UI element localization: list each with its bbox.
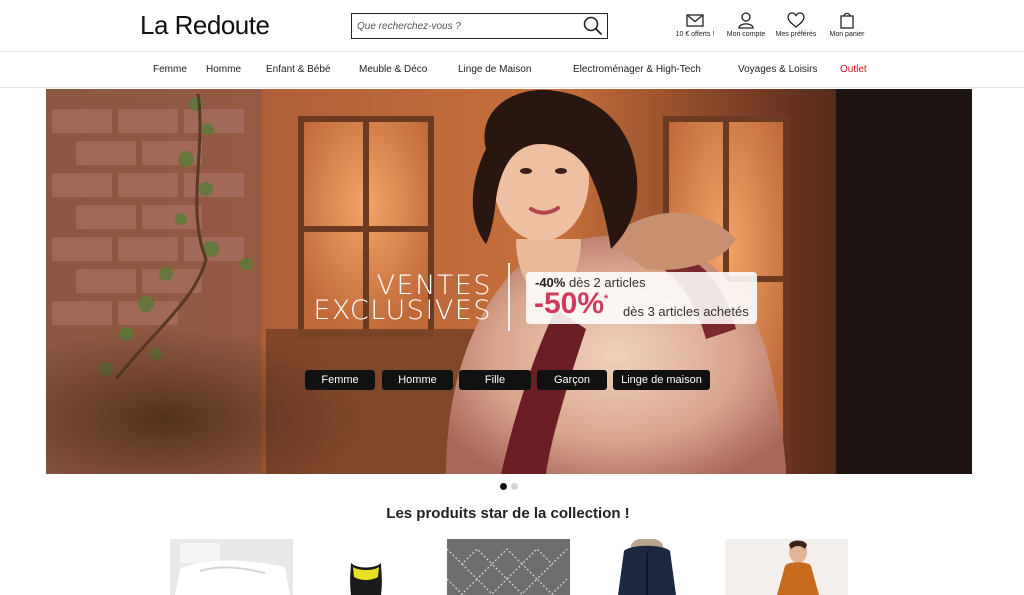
nav-item-enfant-bebe[interactable]: Enfant & Bébé: [266, 64, 331, 75]
promo-title-line2: EXCLUSIVES: [313, 295, 492, 326]
carousel-dot-1[interactable]: [500, 483, 507, 490]
offer-2-value: -50%: [534, 287, 605, 320]
promo-divider: [508, 263, 510, 331]
product-card-coat[interactable]: [586, 539, 709, 595]
nav-item-outlet[interactable]: Outlet: [840, 64, 867, 75]
nav-item-voyages-loisirs[interactable]: Voyages & Loisirs: [738, 64, 818, 75]
cart-label: Mon panier: [829, 31, 865, 38]
envelope-icon: [686, 14, 704, 27]
promo-title: VENTES EXCLUSIVES: [312, 272, 492, 326]
shopping-bag-icon: [840, 12, 854, 29]
carousel-dot-2[interactable]: [511, 483, 518, 490]
main-navigation: Femme Homme Enfant & Bébé Meuble & Déco …: [0, 52, 1024, 88]
hero-button-femme[interactable]: Femme: [305, 370, 375, 390]
hero-button-linge-de-maison[interactable]: Linge de maison: [613, 370, 710, 390]
product-card-sweater[interactable]: [725, 539, 848, 595]
promo-offer-box: -40% dès 2 articles -50%* dès 3 articles…: [526, 272, 757, 324]
offer-2-percent: -50%*: [534, 287, 608, 321]
product-card-bedding[interactable]: [170, 539, 293, 595]
product-image-coat: [586, 539, 709, 595]
product-image-swimsuit: [309, 539, 432, 595]
site-header: La Redoute 10 € offerts ! Mon compte Mes…: [0, 0, 1024, 52]
hero-button-fille[interactable]: Fille: [459, 370, 531, 390]
product-image-sweater: [725, 539, 848, 595]
nav-item-homme[interactable]: Homme: [206, 64, 241, 75]
cart-link[interactable]: Mon panier: [812, 11, 882, 38]
offer-2-asterisk: *: [604, 293, 609, 305]
search-input[interactable]: [352, 14, 577, 38]
hero-banner[interactable]: VENTES EXCLUSIVES -40% dès 2 articles -5…: [46, 89, 972, 474]
search-icon: [583, 16, 602, 35]
search-box: [351, 13, 608, 39]
nav-item-meuble-deco[interactable]: Meuble & Déco: [359, 64, 427, 75]
product-image-bedding: [170, 539, 293, 595]
nav-item-electromenager[interactable]: Electroménager & High-Tech: [573, 64, 701, 75]
nav-item-linge-de-maison[interactable]: Linge de Maison: [458, 64, 531, 75]
products-section-title: Les produits star de la collection !: [386, 505, 630, 522]
heart-icon: [787, 12, 805, 28]
hero-button-garcon[interactable]: Garçon: [537, 370, 607, 390]
product-card-swimsuit[interactable]: [309, 539, 432, 595]
site-logo[interactable]: La Redoute: [140, 10, 270, 41]
hero-button-homme[interactable]: Homme: [382, 370, 453, 390]
offer-2-text: dès 3 articles achetés: [623, 304, 749, 319]
product-image-rug: [447, 539, 570, 595]
nav-item-femme[interactable]: Femme: [153, 64, 187, 75]
search-button[interactable]: [581, 15, 605, 37]
user-icon: [738, 12, 754, 29]
product-card-rug[interactable]: [447, 539, 570, 595]
